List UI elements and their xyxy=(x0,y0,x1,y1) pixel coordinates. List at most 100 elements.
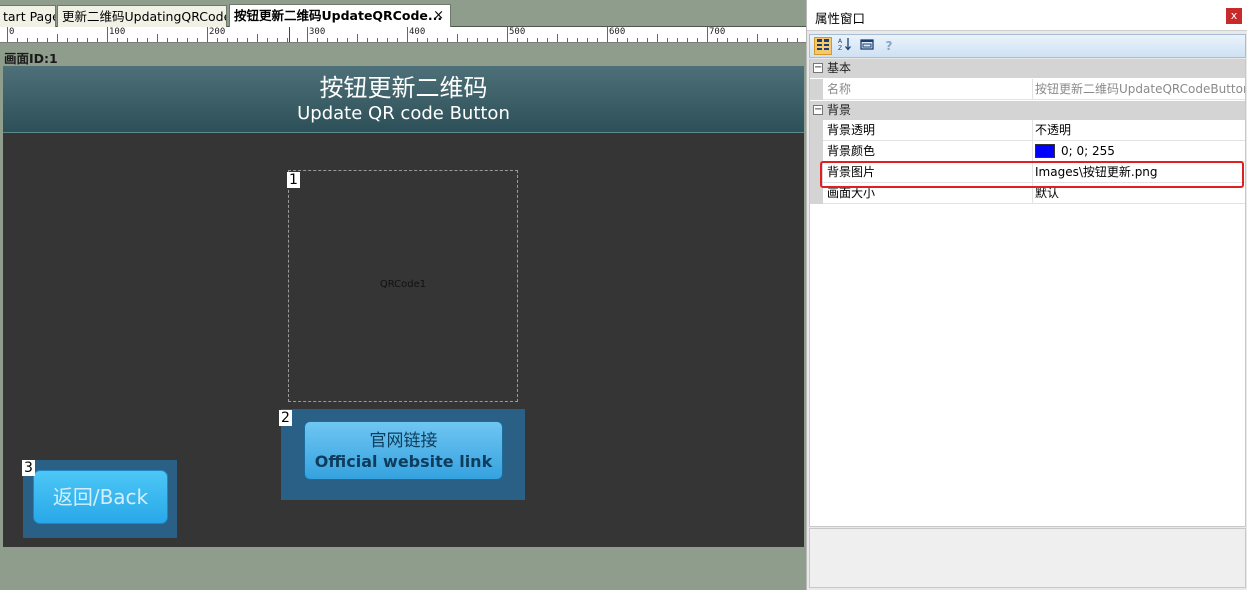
ruler-tick xyxy=(497,38,498,42)
property-row-background-transparent[interactable]: 背景透明 不透明 xyxy=(810,120,1245,141)
property-key: 名称 xyxy=(827,82,852,96)
ruler-tick xyxy=(707,27,708,42)
row-gutter xyxy=(810,120,823,141)
ruler-tick xyxy=(517,38,518,42)
design-canvas[interactable]: 按钮更新二维码 Update QR code Button QRCode1 1 … xyxy=(3,66,804,547)
tab-label: 按钮更新二维码UpdateQRCode... xyxy=(234,8,443,23)
color-value: 0; 0; 255 xyxy=(1061,144,1115,158)
ruler-tick xyxy=(67,38,68,42)
property-grid: − 基本 名称 按钮更新二维码UpdateQRCodeButton − 背景 背… xyxy=(809,59,1246,527)
tab-start-page[interactable]: tart Page xyxy=(0,5,56,27)
ruler-tick xyxy=(57,34,58,42)
ruler-tick xyxy=(387,38,388,42)
ruler-tick xyxy=(407,27,408,42)
alphabetical-sort-icon[interactable]: AZ xyxy=(836,37,854,55)
property-row-name[interactable]: 名称 按钮更新二维码UpdateQRCodeButton xyxy=(810,79,1245,100)
ruler-tick xyxy=(597,38,598,42)
ruler-tick xyxy=(477,38,478,42)
qrcode-widget[interactable]: QRCode1 xyxy=(288,170,518,402)
ruler-tick xyxy=(437,38,438,42)
ruler-label: 700 xyxy=(709,27,726,37)
tab-update-qrcode-button[interactable]: 按钮更新二维码UpdateQRCode... × xyxy=(229,4,451,27)
ruler-label: 200 xyxy=(209,27,226,37)
ruler-tick xyxy=(547,38,548,42)
ruler-tick xyxy=(377,38,378,42)
ruler-tick xyxy=(797,38,798,42)
website-link-label-en: Official website link xyxy=(314,452,493,471)
ruler-tick xyxy=(617,38,618,42)
ruler-tick xyxy=(227,38,228,42)
website-link-label-cn: 官网链接 xyxy=(369,431,438,451)
ruler-tick xyxy=(27,38,28,42)
ruler-tick xyxy=(187,38,188,42)
screen-id-label: 画面ID:1 xyxy=(4,51,58,66)
ruler-tick xyxy=(757,34,758,42)
property-key: 背景透明 xyxy=(827,123,876,137)
ruler-label: 300 xyxy=(309,27,326,37)
ruler-tick xyxy=(427,38,428,42)
svg-text:Z: Z xyxy=(838,45,842,51)
property-value[interactable]: 不透明 xyxy=(1032,120,1245,141)
ruler-tick xyxy=(287,38,288,42)
ruler-label: 100 xyxy=(109,27,126,37)
close-icon[interactable]: × xyxy=(433,5,444,26)
category-background[interactable]: − 背景 xyxy=(810,101,1245,120)
ruler-tick xyxy=(177,38,178,42)
ruler-tick xyxy=(747,38,748,42)
ruler-label: 0 xyxy=(9,27,15,37)
ruler-tick xyxy=(677,38,678,42)
property-row-background-color[interactable]: 背景颜色 0; 0; 255 xyxy=(810,141,1245,162)
back-button[interactable]: 返回/Back xyxy=(33,470,168,524)
ruler-tick xyxy=(157,34,158,42)
collapse-icon[interactable]: − xyxy=(813,105,823,115)
ruler-tick xyxy=(47,38,48,42)
ruler-tick xyxy=(257,34,258,42)
ruler-tick xyxy=(247,38,248,42)
ruler-tick xyxy=(167,38,168,42)
ruler-tick xyxy=(417,38,418,42)
properties-titlebar: 属性窗口 x xyxy=(807,0,1247,31)
property-key: 背景颜色 xyxy=(827,144,876,158)
ruler-tick xyxy=(787,38,788,42)
ruler-tick xyxy=(627,38,628,42)
properties-toolbar: AZ ? xyxy=(809,34,1246,58)
collapse-icon[interactable]: − xyxy=(813,63,823,73)
ruler-tick xyxy=(217,38,218,42)
ruler-tick xyxy=(7,27,8,42)
ruler-tick xyxy=(687,38,688,42)
ruler-tick xyxy=(277,38,278,42)
qrcode-label: QRCode1 xyxy=(379,279,427,290)
website-link-button[interactable]: 官网链接 Official website link xyxy=(304,421,503,480)
ruler-tick xyxy=(87,38,88,42)
close-button[interactable]: x xyxy=(1226,8,1242,24)
ruler-tick xyxy=(487,38,488,42)
ruler-tick xyxy=(347,38,348,42)
ruler-tick xyxy=(647,38,648,42)
ruler-tick xyxy=(397,38,398,42)
ruler-tick xyxy=(137,38,138,42)
color-swatch xyxy=(1035,144,1055,158)
ruler-tick xyxy=(37,38,38,42)
tab-updating-qrcode[interactable]: 更新二维码UpdatingQRCode xyxy=(57,5,227,27)
category-basic[interactable]: − 基本 xyxy=(810,59,1245,78)
properties-title: 属性窗口 xyxy=(815,11,866,26)
help-icon[interactable]: ? xyxy=(880,37,898,55)
screen-header: 按钮更新二维码 Update QR code Button xyxy=(3,66,804,133)
property-value[interactable]: 按钮更新二维码UpdateQRCodeButton xyxy=(1032,79,1245,100)
ruler-tick xyxy=(777,38,778,42)
property-pages-icon[interactable] xyxy=(858,37,876,55)
horizontal-ruler: 0 100 200 300 400 500 600 700 xyxy=(0,27,806,43)
ruler-tick xyxy=(337,38,338,42)
ruler-tick xyxy=(717,38,718,42)
ruler-tick xyxy=(727,38,728,42)
ruler-tick xyxy=(17,38,18,42)
ruler-tick xyxy=(527,38,528,42)
ruler-tick xyxy=(667,38,668,42)
widget-index-1: 1 xyxy=(287,172,300,188)
categorized-view-icon[interactable] xyxy=(814,37,832,55)
ruler-tick xyxy=(307,27,308,42)
ruler-tick xyxy=(127,38,128,42)
properties-window: 属性窗口 x AZ ? − 基本 名称 按钮更新二维码UpdateQRCodeB… xyxy=(806,0,1247,590)
category-label: 背景 xyxy=(827,103,852,117)
property-value-color[interactable]: 0; 0; 255 xyxy=(1032,141,1245,162)
